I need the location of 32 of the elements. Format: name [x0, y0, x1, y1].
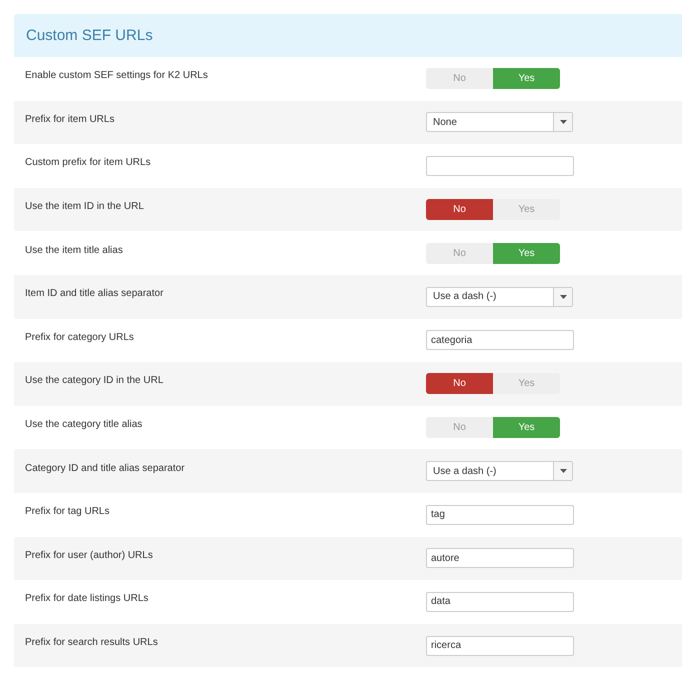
- dropdown[interactable]: Use a dash (-): [426, 286, 573, 307]
- toggle-option[interactable]: Yes: [493, 242, 560, 264]
- field-label: Item ID and title alias separator: [24, 288, 164, 300]
- field-label: Prefix for user (author) URLs: [24, 550, 154, 561]
- field-label: Use the category ID in the URL: [24, 375, 164, 386]
- dropdown[interactable]: Use a dash (-): [426, 461, 573, 482]
- dropdown[interactable]: None: [426, 112, 573, 132]
- toggle-option[interactable]: Yes: [493, 68, 560, 90]
- field-label: Use the item ID in the URL: [24, 201, 145, 212]
- field-label: Custom prefix for item URLs: [24, 157, 152, 168]
- toggle-option[interactable]: No: [426, 373, 493, 394]
- input-field[interactable]: categoria: [426, 330, 574, 350]
- input-field[interactable]: [426, 156, 574, 176]
- input-field[interactable]: ricerca: [426, 636, 574, 656]
- field-label: Prefix for category URLs: [24, 332, 135, 343]
- field-label: Prefix for tag URLs: [24, 506, 110, 518]
- field-label: Prefix for item URLs: [24, 114, 116, 125]
- field-label: Use the category title alias: [24, 419, 144, 430]
- caret-icon: [560, 469, 566, 474]
- input-field[interactable]: tag: [426, 504, 574, 525]
- toggle-option[interactable]: No: [426, 199, 493, 220]
- field-label: Use the item title alias: [24, 244, 124, 256]
- field-label: Enable custom SEF settings for K2 URLs: [24, 70, 209, 82]
- field-label: Category ID and title alias separator: [24, 462, 186, 474]
- input-field[interactable]: autore: [426, 548, 574, 568]
- panel-title: Custom SEF URLs: [26, 27, 153, 44]
- field-label: Prefix for date listings URLs: [24, 593, 150, 604]
- field-label: Prefix for search results URLs: [24, 637, 159, 648]
- toggle-option[interactable]: Yes: [493, 417, 560, 438]
- caret-icon: [560, 294, 566, 299]
- input-field[interactable]: data: [426, 592, 574, 612]
- caret-icon: [560, 120, 566, 124]
